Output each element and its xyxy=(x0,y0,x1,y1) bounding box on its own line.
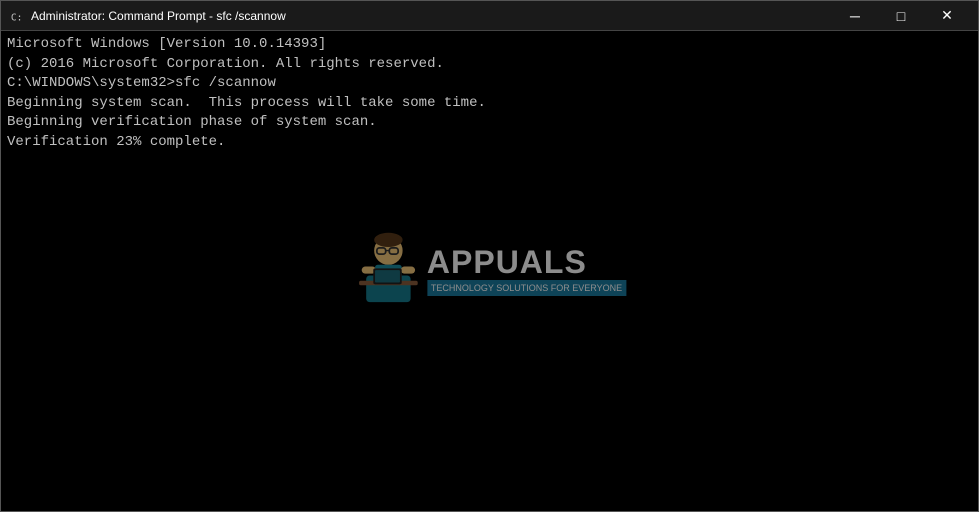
close-button[interactable]: ✕ xyxy=(924,1,970,31)
terminal-line: Verification 23% complete. xyxy=(7,133,972,153)
minimize-button[interactable]: ─ xyxy=(832,1,878,31)
watermark-tagline: TECHNOLOGY SOLUTIONS FOR EVERYONE xyxy=(427,280,626,297)
cmd-window: C: Administrator: Command Prompt - sfc /… xyxy=(0,0,979,512)
terminal-body[interactable]: Microsoft Windows [Version 10.0.14393](c… xyxy=(1,31,978,511)
watermark-figure xyxy=(353,231,423,311)
terminal-line: Beginning system scan. This process will… xyxy=(7,94,972,114)
svg-text:C:: C: xyxy=(11,12,23,23)
watermark-brand: APPUALS xyxy=(427,246,626,278)
title-bar: C: Administrator: Command Prompt - sfc /… xyxy=(1,1,978,31)
terminal-line: Microsoft Windows [Version 10.0.14393] xyxy=(7,35,972,55)
cmd-icon: C: xyxy=(9,8,25,24)
maximize-button[interactable]: □ xyxy=(878,1,924,31)
title-bar-text: Administrator: Command Prompt - sfc /sca… xyxy=(31,9,832,23)
title-bar-controls: ─ □ ✕ xyxy=(832,1,970,31)
terminal-line: C:\WINDOWS\system32>sfc /scannow xyxy=(7,74,972,94)
watermark-logo: APPUALS TECHNOLOGY SOLUTIONS FOR EVERYON… xyxy=(353,231,626,311)
watermark: APPUALS TECHNOLOGY SOLUTIONS FOR EVERYON… xyxy=(353,231,626,311)
terminal-output: Microsoft Windows [Version 10.0.14393](c… xyxy=(7,35,972,153)
terminal-line: (c) 2016 Microsoft Corporation. All righ… xyxy=(7,55,972,75)
watermark-text-block: APPUALS TECHNOLOGY SOLUTIONS FOR EVERYON… xyxy=(427,246,626,297)
terminal-line: Beginning verification phase of system s… xyxy=(7,113,972,133)
